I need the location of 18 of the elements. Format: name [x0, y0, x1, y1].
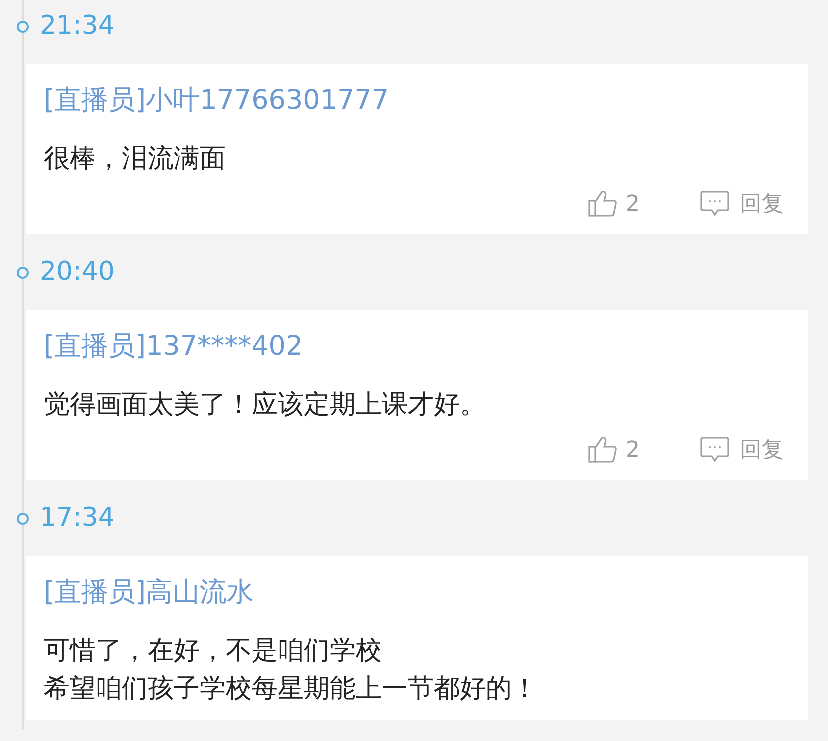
reply-button[interactable]: 回复 — [700, 188, 784, 220]
comment-text: 可惜了，在好，不是咱们学校 — [44, 635, 383, 668]
comment-text: 很棒，泪流满面 — [44, 143, 227, 176]
comment-author[interactable]: [直播员]高山流水 — [44, 576, 784, 610]
thumbs-up-icon — [588, 436, 618, 464]
comment-time: 17:34 — [40, 502, 115, 534]
like-button[interactable]: 2 — [588, 434, 640, 466]
like-button[interactable]: 2 — [588, 188, 640, 220]
comment-icon — [700, 436, 730, 464]
comment-time: 20:40 — [40, 256, 115, 288]
reply-button[interactable]: 回复 — [700, 434, 784, 466]
comment-time: 21:34 — [40, 10, 115, 42]
thumbs-up-icon — [588, 190, 618, 218]
comment-icon — [700, 190, 730, 218]
comment-text: 希望咱们孩子学校每星期能上一节都好的！ — [44, 673, 539, 706]
comment-text: 觉得画面太美了！应该定期上课才好。 — [44, 389, 487, 422]
comment-author[interactable]: [直播员]小叶17766301777 — [44, 84, 784, 118]
comment-author[interactable]: [直播员]137****402 — [44, 330, 784, 364]
